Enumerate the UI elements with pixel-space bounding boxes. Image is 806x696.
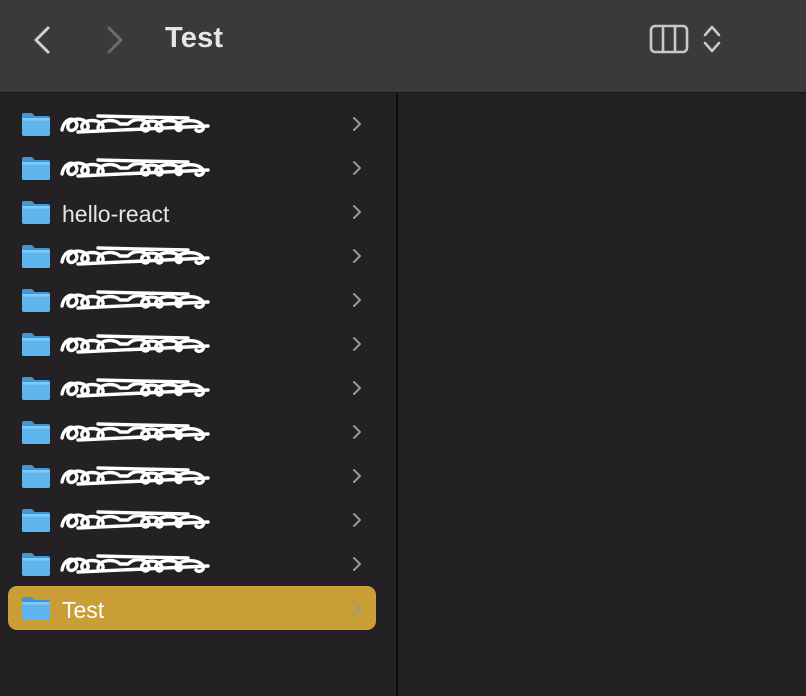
- folder-row[interactable]: [8, 102, 376, 146]
- folder-row[interactable]: [8, 234, 376, 278]
- redaction-scribble: [60, 378, 210, 398]
- redaction-scribble: [60, 290, 210, 310]
- folder-icon: [22, 465, 50, 488]
- folder-name: Test: [62, 597, 105, 623]
- finder-window: Test hello-react Test: [0, 0, 806, 696]
- folder-row[interactable]: [8, 278, 376, 322]
- folder-icon: [22, 157, 50, 180]
- window-title: Test: [165, 22, 224, 54]
- folder-icon: [22, 289, 50, 312]
- view-mode-button[interactable]: [648, 23, 690, 55]
- chevron-left-icon: [34, 26, 50, 54]
- redaction-scribble: [60, 114, 210, 134]
- chevron-right-icon: [353, 557, 361, 571]
- folder-icon: [22, 201, 50, 224]
- folder-icon: [22, 245, 50, 268]
- folder-icon: [22, 377, 50, 400]
- redaction-scribble: [60, 510, 210, 530]
- folder-icon: [22, 421, 50, 444]
- redaction-scribble: [60, 422, 210, 442]
- view-options-stepper[interactable]: [700, 22, 724, 56]
- chevron-right-icon: [353, 293, 361, 307]
- folder-row[interactable]: [8, 542, 376, 586]
- toolbar: Test: [0, 0, 806, 93]
- folder-icon: [22, 113, 50, 136]
- redaction-scribble: [60, 554, 210, 574]
- chevron-right-icon: [353, 513, 361, 527]
- columns-view-icon: [649, 24, 689, 54]
- up-down-chevron-icon: [703, 25, 721, 53]
- chevron-right-icon: [353, 161, 361, 175]
- chevron-right-icon: [353, 249, 361, 263]
- redaction-scribble: [60, 158, 210, 178]
- chevron-right-icon: [353, 381, 361, 395]
- folder-icon: [22, 553, 50, 576]
- redaction-scribble: [60, 334, 210, 354]
- folder-icon: [22, 509, 50, 532]
- back-button[interactable]: [30, 24, 58, 56]
- folder-row[interactable]: hello-react: [8, 190, 376, 234]
- folder-icon: [22, 597, 50, 620]
- chevron-right-icon: [353, 601, 361, 615]
- preview-column: [398, 94, 806, 696]
- folder-row[interactable]: [8, 454, 376, 498]
- redaction-scribble: [60, 246, 210, 266]
- redaction-scribble: [60, 466, 210, 486]
- folder-row[interactable]: [8, 410, 376, 454]
- folder-row[interactable]: [8, 146, 376, 190]
- folder-row[interactable]: [8, 498, 376, 542]
- folder-name: hello-react: [62, 201, 170, 227]
- folder-row[interactable]: [8, 322, 376, 366]
- chevron-right-icon: [353, 337, 361, 351]
- chevron-right-icon: [353, 117, 361, 131]
- chevron-right-icon: [353, 205, 361, 219]
- folder-icon: [22, 333, 50, 356]
- chevron-right-icon: [353, 425, 361, 439]
- chevron-right-icon: [107, 26, 123, 54]
- folder-column: hello-react Test: [0, 94, 397, 696]
- folder-row[interactable]: [8, 366, 376, 410]
- chevron-right-icon: [353, 469, 361, 483]
- folder-row[interactable]: Test: [8, 586, 376, 630]
- forward-button[interactable]: [101, 24, 129, 56]
